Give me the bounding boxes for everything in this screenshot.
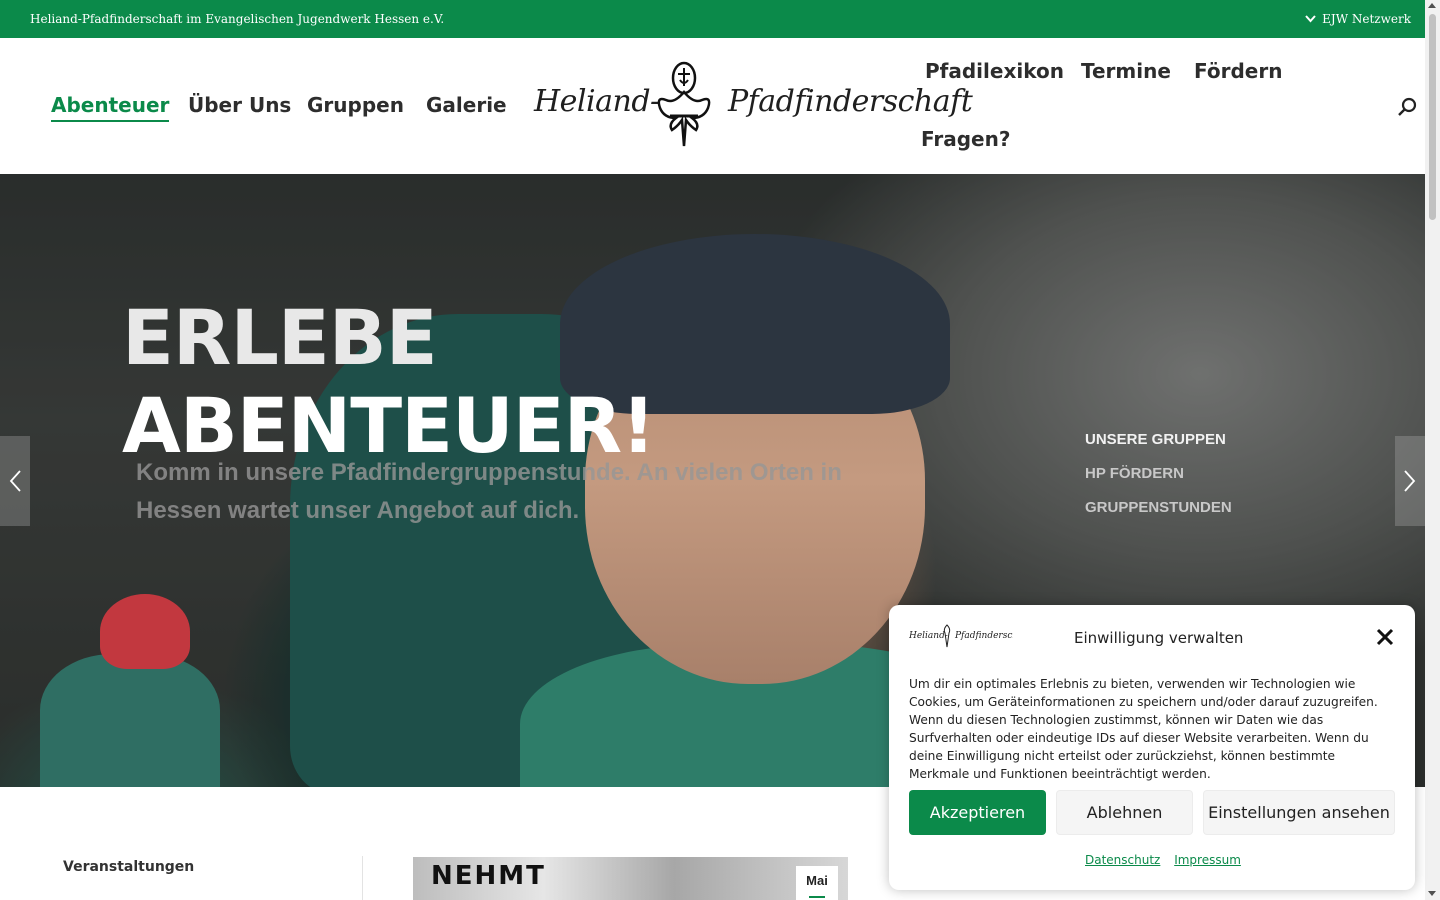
hero-link-hp-foerdern[interactable]: HP FÖRDERN <box>1085 465 1232 499</box>
nav-item-ueber-uns[interactable]: Über Uns <box>188 93 291 117</box>
imprint-link[interactable]: Impressum <box>1174 853 1241 867</box>
top-bar: Heliand-Pfadfinderschaft im Evangelische… <box>0 0 1425 38</box>
svg-text:Heliand-: Heliand- <box>909 631 948 641</box>
nav-item-pfadilexikon[interactable]: Pfadilexikon <box>925 59 1064 83</box>
nav-item-termine[interactable]: Termine <box>1081 59 1171 83</box>
ejw-network-label: EJW Netzwerk <box>1322 12 1411 26</box>
events-heading: Veranstaltungen <box>63 859 195 875</box>
page-scrollbar[interactable] <box>1425 0 1440 900</box>
event-card-banner-text: NEHMT <box>431 861 546 891</box>
slider-next-button[interactable] <box>1395 436 1425 526</box>
divider <box>362 856 363 900</box>
consent-title: Einwilligung verwalten <box>1074 629 1244 647</box>
event-card-image[interactable]: NEHMT <box>413 857 848 900</box>
hero-links: UNSERE GRUPPEN HP FÖRDERN GRUPPENSTUNDEN <box>1085 431 1232 533</box>
nav-item-abenteuer[interactable]: Abenteuer <box>51 93 170 122</box>
close-icon[interactable] <box>1375 627 1395 647</box>
organization-name: Heliand-Pfadfinderschaft im Evangelische… <box>30 12 445 26</box>
cookie-consent-dialog: Heliand- Pfadfinderschaft Einwilligung v… <box>889 605 1415 890</box>
hero-subtitle: Komm in unsere Pfadfindergruppenstunde. … <box>136 459 842 524</box>
chevron-right-icon <box>1404 470 1416 492</box>
search-icon[interactable] <box>1396 96 1418 118</box>
chevron-down-icon <box>1305 15 1316 23</box>
scrollbar-thumb[interactable] <box>1429 14 1436 220</box>
event-date-badge: Mai <box>796 866 838 900</box>
consent-logo: Heliand- Pfadfinderschaft <box>909 624 1013 648</box>
hero-title: ERLEBE ABENTEUER! <box>122 293 656 470</box>
privacy-link[interactable]: Datenschutz <box>1085 853 1160 867</box>
nav-item-fragen[interactable]: Fragen? <box>921 127 1010 151</box>
consent-description: Um dir ein optimales Erlebnis zu bieten,… <box>909 677 1378 781</box>
nav-item-galerie[interactable]: Galerie <box>426 93 507 117</box>
slider-prev-button[interactable] <box>0 436 30 526</box>
fleur-de-lis-icon <box>657 61 711 147</box>
svg-text:Pfadfinderschaft: Pfadfinderschaft <box>954 631 1013 641</box>
scroll-down-icon[interactable] <box>1428 891 1436 896</box>
site-header: Abenteuer Über Uns Gruppen Galerie Helia… <box>0 38 1425 174</box>
view-preferences-button[interactable]: Einstellungen ansehen <box>1203 790 1395 835</box>
hero-link-unsere-gruppen[interactable]: UNSERE GRUPPEN <box>1085 431 1232 465</box>
consent-links: Datenschutz Impressum <box>1085 853 1251 867</box>
nav-item-gruppen[interactable]: Gruppen <box>307 93 404 117</box>
hero-link-gruppenstunden[interactable]: GRUPPENSTUNDEN <box>1085 499 1232 533</box>
hero-title-line1: ERLEBE <box>122 293 438 382</box>
chevron-left-icon <box>9 470 21 492</box>
ejw-network-dropdown[interactable]: EJW Netzwerk <box>1305 12 1411 26</box>
accept-button[interactable]: Akzeptieren <box>909 790 1046 835</box>
event-date-month: Mai <box>806 873 828 888</box>
hero-image-child <box>40 654 220 787</box>
hero-image-helmet <box>100 594 190 669</box>
scroll-up-icon[interactable] <box>1428 3 1436 8</box>
logo-text-pfadfinderschaft: Pfadfinderschaft <box>728 84 973 119</box>
logo-text-heliand: Heliand- <box>534 84 660 119</box>
site-logo[interactable]: Heliand- Pfadfinderschaft <box>530 58 973 158</box>
date-badge-underline <box>809 896 825 898</box>
nav-item-foerdern[interactable]: Fördern <box>1194 59 1282 83</box>
deny-button[interactable]: Ablehnen <box>1056 790 1193 835</box>
